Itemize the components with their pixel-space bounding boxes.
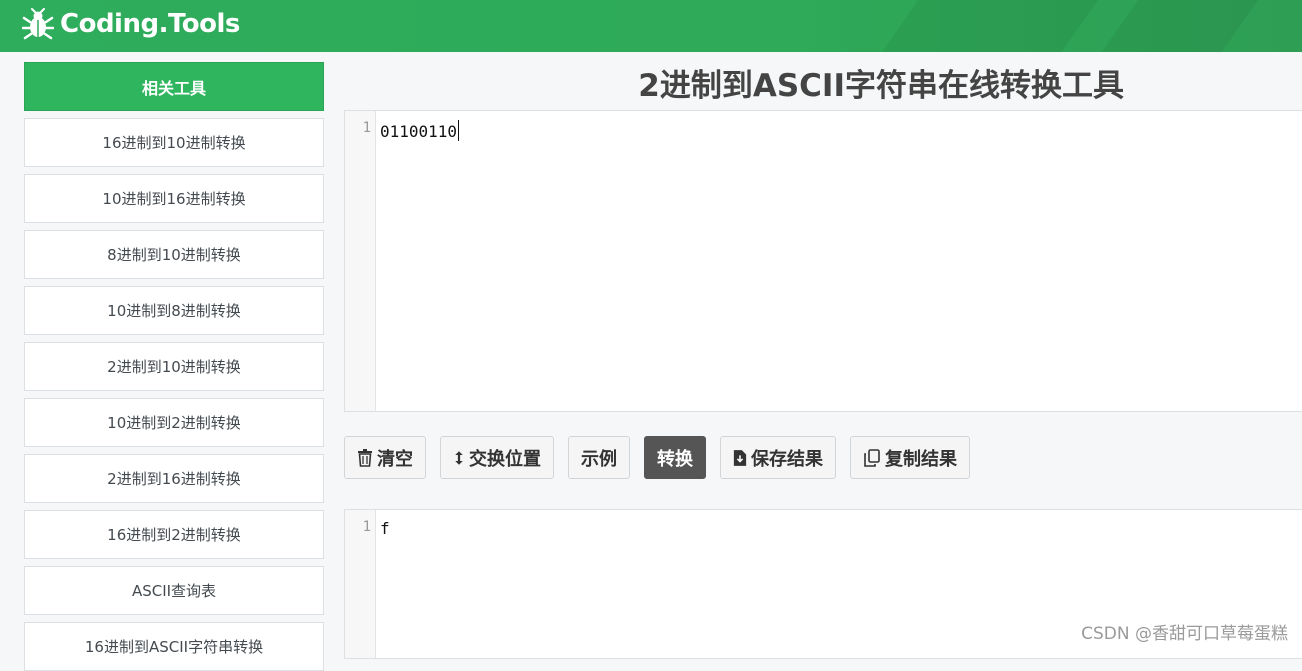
text-cursor — [458, 120, 459, 141]
swap-label: 交换位置 — [469, 445, 541, 471]
save-result-label: 保存结果 — [751, 445, 823, 471]
sidebar-heading: 相关工具 — [24, 62, 324, 111]
line-number: 1 — [363, 120, 371, 136]
sidebar-item-bin-to-dec[interactable]: 2进制到10进制转换 — [24, 342, 324, 391]
example-label: 示例 — [581, 445, 617, 471]
swap-button[interactable]: 交换位置 — [440, 436, 554, 479]
line-number-gutter: 1 — [345, 510, 376, 658]
copy-icon — [863, 449, 881, 467]
sidebar-item-bin-to-hex[interactable]: 2进制到16进制转换 — [24, 454, 324, 503]
line-number-gutter: 1 — [345, 111, 376, 411]
sidebar-item-dec-to-oct[interactable]: 10进制到8进制转换 — [24, 286, 324, 335]
save-result-button[interactable]: 保存结果 — [720, 436, 836, 479]
page-title: 2进制到ASCII字符串在线转换工具 — [344, 60, 1124, 105]
sidebar-item-ascii-table[interactable]: ASCII查询表 — [24, 566, 324, 615]
logo-text: Coding.Tools — [60, 9, 240, 39]
convert-button[interactable]: 转换 — [644, 436, 706, 479]
input-text: 01100110 — [380, 122, 457, 141]
sidebar-item-hex-to-dec[interactable]: 16进制到10进制转换 — [24, 118, 324, 167]
sidebar-item-hex-to-ascii[interactable]: 16进制到ASCII字符串转换 — [24, 622, 324, 671]
header-decoration — [1102, 0, 1258, 52]
swap-vertical-icon — [453, 449, 465, 467]
action-toolbar: 清空 交换位置 示例 转换 保存结果 复制结果 — [344, 436, 984, 479]
input-code-line[interactable]: 01100110 — [380, 120, 459, 141]
bug-icon — [22, 8, 54, 40]
output-code-line[interactable]: f — [380, 519, 390, 538]
sidebar-item-dec-to-bin[interactable]: 10进制到2进制转换 — [24, 398, 324, 447]
sidebar: 相关工具 16进制到10进制转换 10进制到16进制转换 8进制到10进制转换 … — [24, 62, 324, 671]
site-logo[interactable]: Coding.Tools — [22, 8, 240, 40]
clear-label: 清空 — [377, 445, 413, 471]
top-header: Coding.Tools — [0, 0, 1302, 52]
file-download-icon — [733, 449, 747, 467]
sidebar-item-oct-to-dec[interactable]: 8进制到10进制转换 — [24, 230, 324, 279]
trash-icon — [357, 449, 373, 467]
clear-button[interactable]: 清空 — [344, 436, 426, 479]
input-editor[interactable]: 1 01100110 — [344, 110, 1302, 412]
example-button[interactable]: 示例 — [568, 436, 630, 479]
header-decoration — [882, 0, 1098, 52]
copy-result-label: 复制结果 — [885, 445, 957, 471]
sidebar-item-hex-to-bin[interactable]: 16进制到2进制转换 — [24, 510, 324, 559]
line-number: 1 — [363, 519, 371, 535]
sidebar-item-dec-to-hex[interactable]: 10进制到16进制转换 — [24, 174, 324, 223]
copy-result-button[interactable]: 复制结果 — [850, 436, 970, 479]
convert-label: 转换 — [657, 445, 693, 471]
watermark-text: CSDN @香甜可口草莓蛋糕 — [1081, 619, 1288, 644]
